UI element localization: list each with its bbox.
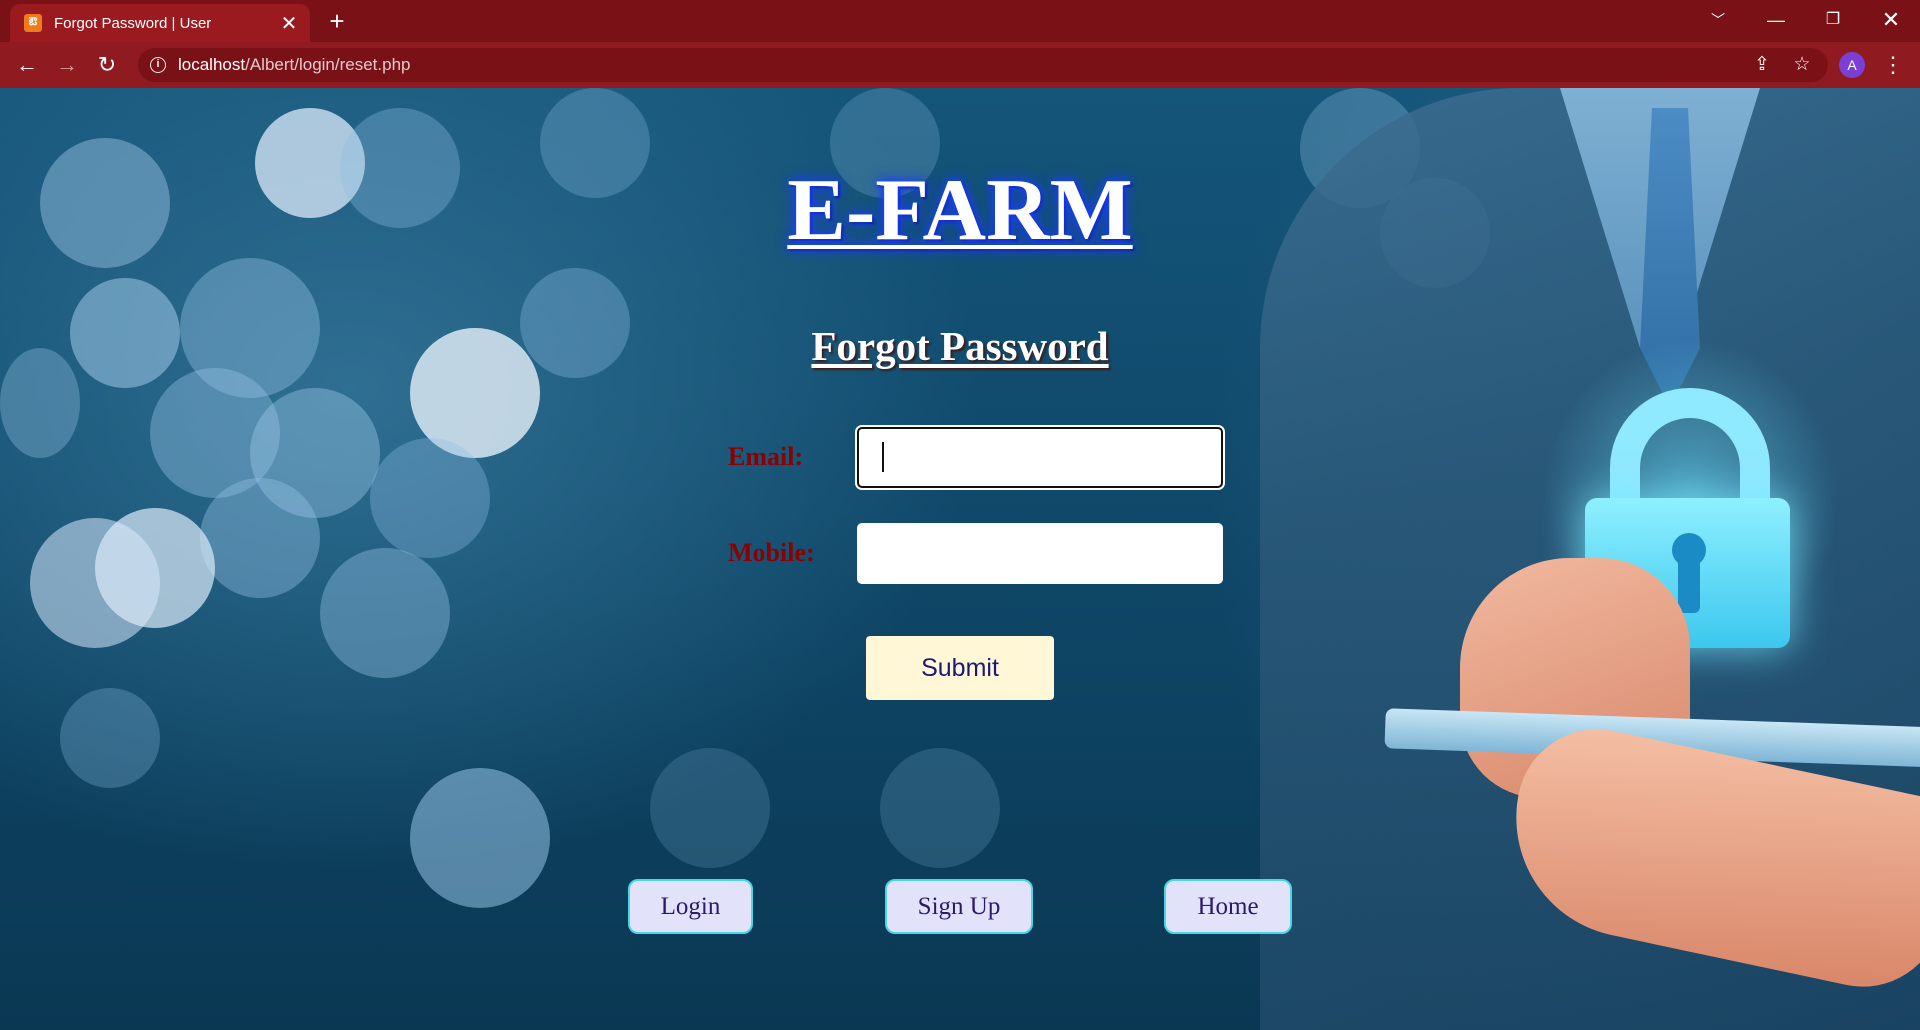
url-host: localhost bbox=[178, 55, 246, 74]
bokeh-light bbox=[650, 748, 770, 868]
profile-avatar[interactable]: A bbox=[1839, 52, 1865, 78]
signup-button[interactable]: Sign Up bbox=[885, 879, 1033, 934]
text-caret bbox=[882, 442, 884, 472]
new-tab-icon[interactable]: + bbox=[322, 6, 352, 36]
restore-icon[interactable]: ❐ bbox=[1808, 0, 1858, 40]
bokeh-light bbox=[410, 768, 550, 908]
minimize-icon[interactable]: — bbox=[1751, 0, 1801, 40]
mobile-field[interactable] bbox=[857, 523, 1223, 584]
tab-title: Forgot Password | User bbox=[54, 14, 212, 32]
back-icon[interactable]: ← bbox=[12, 50, 42, 80]
keyhole-slot bbox=[1678, 558, 1700, 613]
site-info-icon[interactable]: i bbox=[150, 57, 166, 73]
mobile-label: Mobile: bbox=[728, 538, 815, 567]
reload-icon[interactable]: ↻ bbox=[92, 50, 122, 80]
forward-icon[interactable]: → bbox=[52, 50, 82, 80]
login-button[interactable]: Login bbox=[628, 879, 753, 934]
bokeh-light bbox=[200, 478, 320, 598]
bokeh-light bbox=[880, 748, 1000, 868]
email-label: Email: bbox=[728, 442, 804, 471]
page-title: Forgot Password bbox=[0, 322, 1920, 370]
submit-button[interactable]: Submit bbox=[866, 636, 1054, 700]
xampp-favicon-icon: ఔ bbox=[24, 14, 42, 32]
address-bar[interactable]: i localhost/Albert/login/reset.php bbox=[138, 48, 1828, 82]
menu-dots-icon[interactable]: ⋮ bbox=[1878, 50, 1908, 80]
browser-tab[interactable]: ఔ Forgot Password | User ✕ bbox=[10, 4, 310, 42]
brand-title: E-FARM bbox=[0, 160, 1920, 261]
bookmark-star-icon[interactable]: ☆ bbox=[1787, 50, 1817, 80]
bokeh-light bbox=[370, 438, 490, 558]
page-title-text: Forgot Password bbox=[811, 323, 1109, 369]
browser-toolbar: ← → ↻ i localhost/Albert/login/reset.php… bbox=[0, 42, 1920, 88]
home-button[interactable]: Home bbox=[1164, 879, 1292, 934]
email-field[interactable] bbox=[857, 427, 1223, 488]
url-text: localhost/Albert/login/reset.php bbox=[178, 55, 411, 75]
tab-search-icon[interactable]: ﹀ bbox=[1693, 0, 1743, 40]
browser-tabbar: ఔ Forgot Password | User ✕ + ﹀ — ❐ ✕ bbox=[0, 0, 1920, 42]
close-window-icon[interactable]: ✕ bbox=[1866, 0, 1916, 40]
bokeh-light bbox=[320, 548, 450, 678]
share-icon[interactable]: ⇪ bbox=[1747, 50, 1777, 80]
bokeh-light bbox=[95, 508, 215, 628]
tab-close-icon[interactable]: ✕ bbox=[278, 11, 300, 36]
bokeh-light bbox=[60, 688, 160, 788]
url-path: /Albert/login/reset.php bbox=[245, 55, 411, 74]
brand-text: E-FARM bbox=[787, 162, 1133, 259]
